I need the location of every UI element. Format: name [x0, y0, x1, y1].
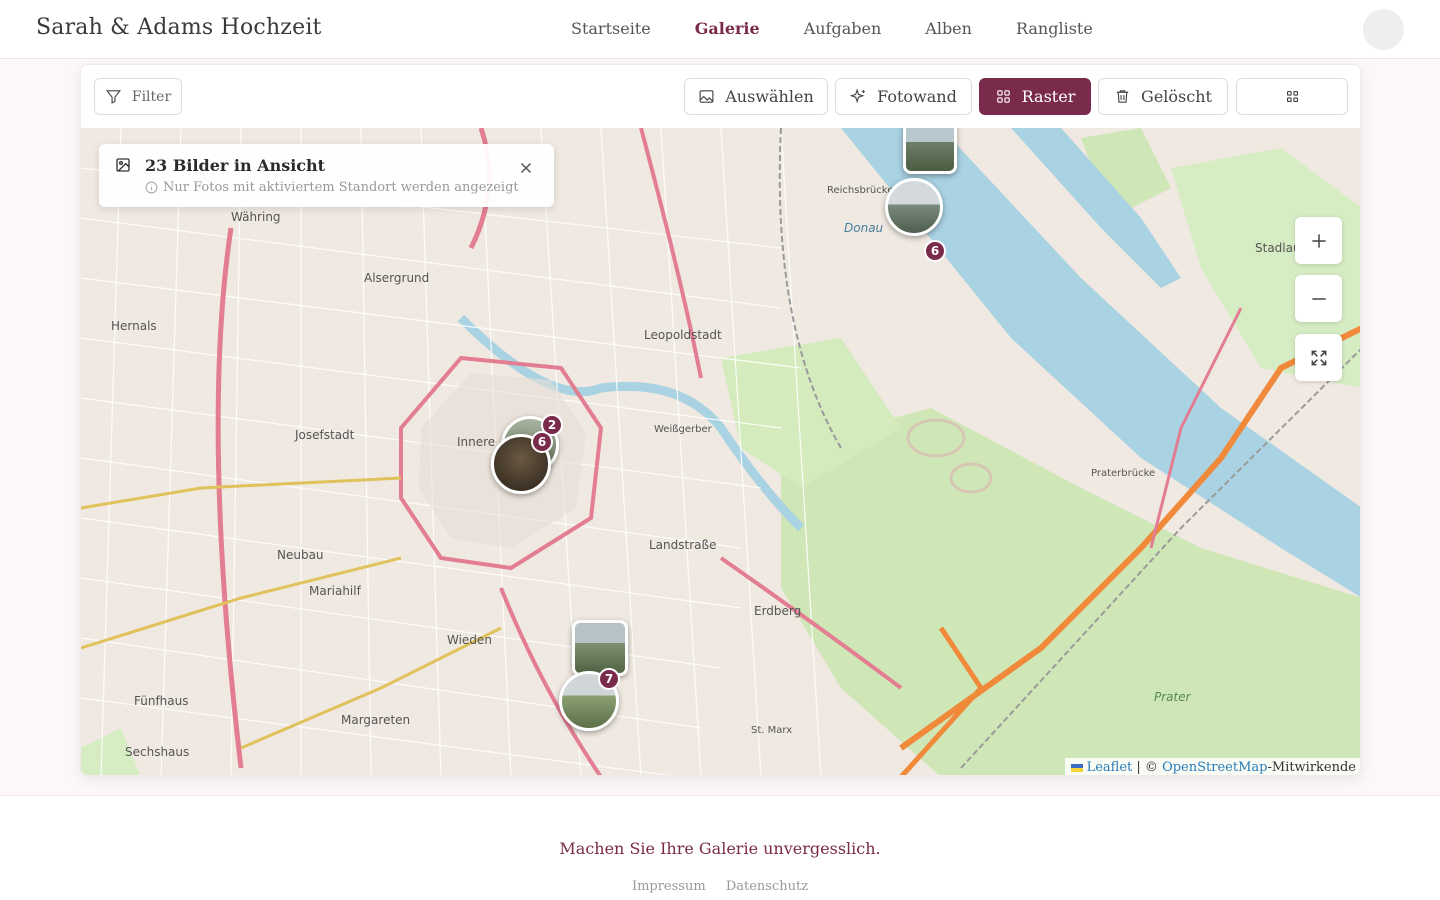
- select-button[interactable]: Auswählen: [684, 78, 828, 115]
- label-hernals: Hernals: [111, 319, 157, 333]
- label-leopoldstadt: Leopoldstadt: [644, 328, 722, 342]
- filter-button[interactable]: Filter: [94, 78, 182, 115]
- info-icon: [145, 181, 158, 194]
- deleted-button[interactable]: Gelöscht: [1098, 78, 1228, 115]
- gallery-card: Filter Auswählen Fotowand Raster Gelösch…: [80, 64, 1361, 776]
- zoom-out-button[interactable]: [1295, 275, 1342, 322]
- label-reichsbruecke: Reichsbrücke: [827, 185, 894, 196]
- datenschutz-link[interactable]: Datenschutz: [726, 879, 808, 894]
- nav-rangliste[interactable]: Rangliste: [1016, 19, 1093, 38]
- gallery-toolbar: Filter Auswählen Fotowand Raster Gelösch…: [81, 65, 1360, 128]
- label-stmarx: St. Marx: [751, 725, 793, 736]
- minus-icon: [1311, 297, 1326, 300]
- label-praterbruecke: Praterbrücke: [1091, 468, 1156, 479]
- layout-toggle-button[interactable]: [1236, 78, 1348, 115]
- grid-small-icon: [1286, 90, 1298, 103]
- label-landstrasse: Landstraße: [649, 538, 717, 552]
- top-header: Sarah & Adams Hochzeit Startseite Galeri…: [0, 0, 1440, 59]
- label-neubau: Neubau: [277, 548, 324, 562]
- photo-marker-south[interactable]: [572, 620, 628, 676]
- photo-map[interactable]: Innere Leopoldstadt Landstraße Erdberg J…: [81, 128, 1361, 776]
- label-fuenfhaus: Fünfhaus: [134, 694, 189, 708]
- leaflet-link[interactable]: Leaflet: [1087, 760, 1133, 775]
- user-avatar[interactable]: [1363, 9, 1404, 50]
- grid-view-button[interactable]: Raster: [979, 78, 1091, 115]
- label-alsergrund: Alsergrund: [364, 271, 430, 285]
- label-weissgerber: Weißgerber: [654, 424, 712, 435]
- main-nav: Startseite Galerie Aufgaben Alben Rangli…: [571, 19, 1137, 38]
- visible-photo-count: 23 Bilder in Ansicht: [145, 156, 326, 175]
- label-josefstadt: Josefstadt: [295, 428, 355, 442]
- label-wahring: Währing: [231, 210, 281, 224]
- filter-icon: [105, 90, 121, 104]
- page-footer: Machen Sie Ihre Galerie unvergesslich. I…: [0, 795, 1440, 900]
- ukraine-flag-icon: [1070, 763, 1083, 772]
- site-brand[interactable]: Sarah & Adams Hochzeit: [36, 15, 322, 40]
- expand-icon: [1311, 350, 1326, 365]
- nav-aufgaben[interactable]: Aufgaben: [804, 19, 882, 38]
- label-wieden: Wieden: [447, 633, 492, 647]
- cluster-count-north: 6: [924, 240, 946, 262]
- map-attribution: Leaflet | © OpenStreetMap-Mitwirkende: [1064, 758, 1360, 775]
- label-innere: Innere: [457, 435, 496, 449]
- nav-galerie[interactable]: Galerie: [695, 19, 760, 38]
- osm-link[interactable]: OpenStreetMap: [1162, 760, 1267, 775]
- cluster-count-center: 6: [531, 431, 553, 453]
- label-mariahilf: Mariahilf: [309, 584, 361, 598]
- location-hint: Nur Fotos mit aktiviertem Standort werde…: [163, 180, 519, 195]
- label-sechshaus: Sechshaus: [125, 745, 190, 759]
- label-donau: Donau: [844, 221, 884, 235]
- label-margareten: Margareten: [341, 713, 411, 727]
- grid-icon: [996, 90, 1010, 103]
- fit-bounds-button[interactable]: [1295, 334, 1342, 381]
- sparkles-icon: [850, 88, 866, 104]
- map-info-panel: 23 Bilder in Ansicht Nur Fotos mit aktiv…: [99, 144, 554, 207]
- label-erdberg: Erdberg: [754, 604, 802, 618]
- plus-icon: [1311, 233, 1326, 248]
- photowall-button[interactable]: Fotowand: [835, 78, 972, 115]
- close-icon[interactable]: [517, 159, 535, 177]
- photo-cluster-north[interactable]: [885, 178, 943, 236]
- footer-tagline: Machen Sie Ihre Galerie unvergesslich.: [559, 839, 881, 858]
- image-icon: [116, 158, 130, 172]
- footer-links: Impressum Datenschutz: [0, 879, 1440, 894]
- nav-startseite[interactable]: Startseite: [571, 19, 651, 38]
- label-stadlau: Stadlau: [1255, 241, 1301, 255]
- label-prater: Prater: [1154, 690, 1191, 704]
- trash-icon: [1116, 90, 1129, 103]
- photo-marker-top[interactable]: [903, 128, 957, 174]
- image-icon: [699, 90, 714, 103]
- nav-alben[interactable]: Alben: [925, 19, 972, 38]
- map-tiles[interactable]: [81, 128, 1361, 776]
- impressum-link[interactable]: Impressum: [632, 879, 706, 894]
- zoom-in-button[interactable]: [1295, 217, 1342, 264]
- cluster-count-south: 7: [598, 668, 620, 690]
